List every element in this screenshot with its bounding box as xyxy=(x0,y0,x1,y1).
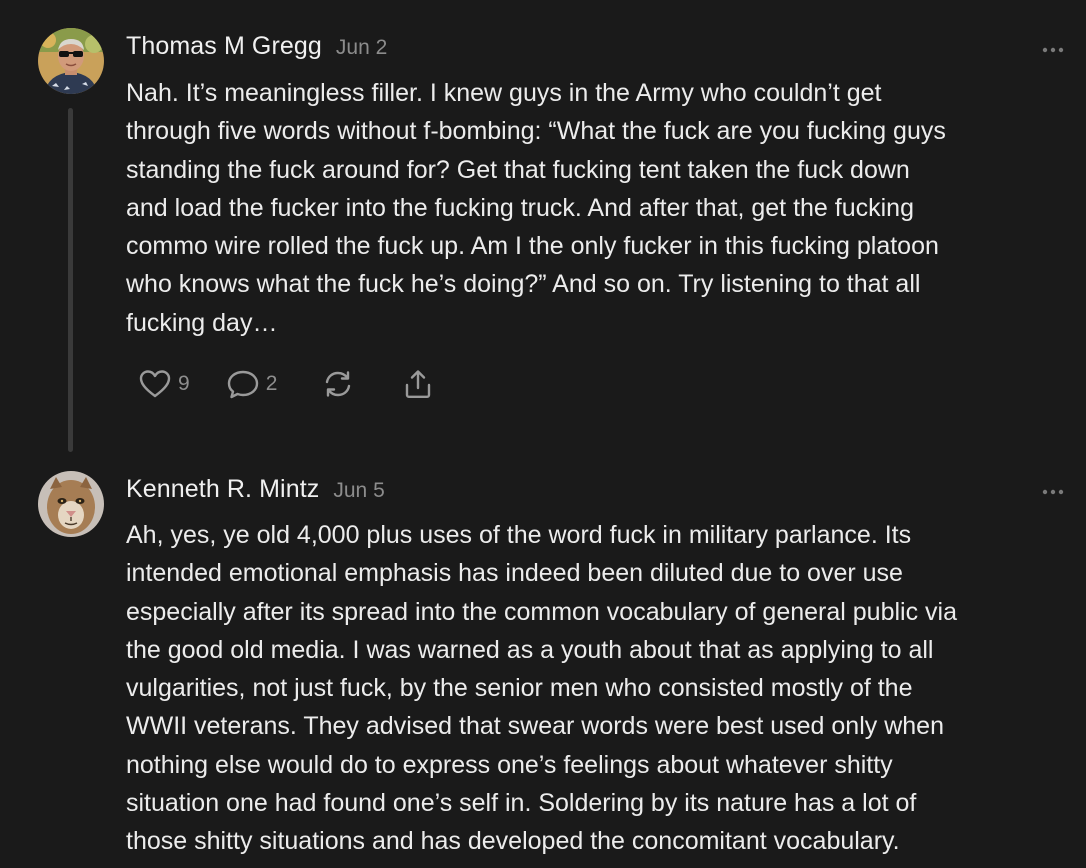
more-dots-icon xyxy=(1042,489,1064,495)
comment-text-line: especially after its spread into the com… xyxy=(126,597,957,626)
reply-count: 2 xyxy=(265,372,278,395)
comment-text-line: Ah, yes, ye old 4,000 plus uses of the w… xyxy=(126,521,912,549)
comment: Kenneth R. Mintz Jun 5 Ah, yes, ye old 4,… xyxy=(0,460,1086,868)
comment-text-line: fucking day… xyxy=(126,308,278,337)
comment-actions: 9 2 xyxy=(138,364,435,404)
comment: Thomas M Gregg Jun 2 Nah. It’s meaningles… xyxy=(0,0,1086,460)
comment-text-line: who knows what the fuck he’s doing?” And… xyxy=(126,270,921,299)
comment-text-line: standing the fuck around for? Get that f… xyxy=(126,155,910,184)
comment-text-line: Nah. It’s meaningless filler. I knew guy… xyxy=(126,79,882,107)
comment-text-line: nothing else would do to express one’s f… xyxy=(126,750,893,779)
thread-line xyxy=(68,108,73,452)
avatar-image xyxy=(38,28,104,94)
comment-icon xyxy=(227,370,258,399)
comment-body: Ah, yes, ye old 4,000 plus uses of the w… xyxy=(126,516,1084,861)
avatar[interactable] xyxy=(38,471,104,537)
comment-text-line: and load the fucker into the fucking tru… xyxy=(126,193,914,222)
author-name[interactable]: Kenneth R. Mintz xyxy=(126,475,319,503)
heart-icon xyxy=(139,370,171,398)
comment-text-line: those shitty situations and has develope… xyxy=(126,827,900,856)
comment-text-line: WWII veterans. They advised that swear w… xyxy=(126,712,944,741)
restack-button[interactable] xyxy=(321,368,355,400)
comment-text-line: intended emotional emphasis has indeed b… xyxy=(126,559,903,588)
like-button[interactable]: 9 xyxy=(138,368,190,400)
avatar[interactable] xyxy=(38,28,104,94)
comment-text-line: situation one had found one’s self in. S… xyxy=(126,789,917,818)
share-icon xyxy=(406,370,431,398)
restack-icon xyxy=(326,371,351,397)
comment-text-line: vulgarities, not just fuck, by the senio… xyxy=(126,674,913,703)
comment-text-line: commo wire rolled the fuck up. Am I the … xyxy=(126,232,939,261)
comment-text-line: through five words without f-bombing: “W… xyxy=(126,117,946,146)
like-count: 9 xyxy=(178,372,190,395)
more-dots-icon xyxy=(1042,47,1064,53)
share-button[interactable] xyxy=(401,368,435,400)
comment-meta: Kenneth R. Mintz Jun 5 xyxy=(126,475,385,504)
comment-text-line: the good old media. I was warned as a yo… xyxy=(126,635,934,664)
avatar-image xyxy=(38,471,104,537)
reply-button[interactable]: 2 xyxy=(226,368,278,400)
more-options-button[interactable] xyxy=(1041,42,1065,53)
comment-date[interactable]: Jun 5 xyxy=(333,479,384,502)
author-name[interactable]: Thomas M Gregg xyxy=(126,32,322,60)
comment-date[interactable]: Jun 2 xyxy=(336,36,387,59)
comment-meta: Thomas M Gregg Jun 2 xyxy=(126,32,387,61)
more-options-button[interactable] xyxy=(1041,484,1065,495)
comment-body: Nah. It’s meaningless filler. I knew guy… xyxy=(126,74,1084,342)
